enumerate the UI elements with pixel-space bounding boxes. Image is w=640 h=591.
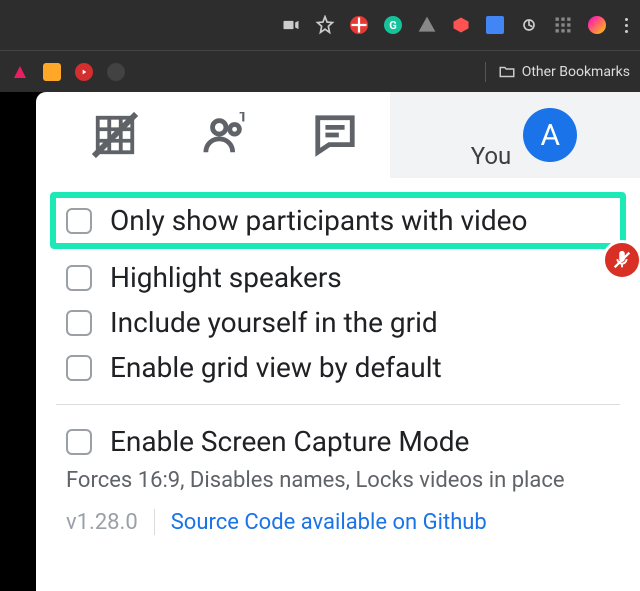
checkbox[interactable] xyxy=(66,429,92,455)
drive-icon[interactable] xyxy=(417,15,437,35)
other-bookmarks-label: Other Bookmarks xyxy=(522,64,630,80)
bookmark-icon-4[interactable] xyxy=(106,62,126,82)
tab-participants[interactable]: 1 xyxy=(170,92,280,178)
bookmark-icon-2[interactable] xyxy=(42,62,62,82)
checkbox[interactable] xyxy=(66,310,92,336)
extension-panel: 1 You A Only show participant xyxy=(36,92,640,591)
option-enable-default[interactable]: Enable grid view by default xyxy=(56,345,620,390)
option-label: Only show participants with video xyxy=(110,204,527,237)
tab-grid-disabled[interactable] xyxy=(60,92,170,178)
camera-icon[interactable] xyxy=(281,15,301,35)
tab-chat[interactable] xyxy=(280,92,390,178)
options-list: Only show participants with video Highli… xyxy=(36,178,640,493)
option-label: Enable Screen Capture Mode xyxy=(110,425,469,458)
bookmark-icon-1[interactable] xyxy=(10,62,30,82)
profile-avatar-icon[interactable] xyxy=(587,15,607,35)
extension-icon-3[interactable] xyxy=(519,15,539,35)
footer-divider xyxy=(154,509,155,535)
star-icon[interactable] xyxy=(315,15,335,35)
screen-capture-description: Forces 16:9, Disables names, Locks video… xyxy=(56,468,620,493)
extension-icon-2[interactable] xyxy=(485,15,505,35)
option-only-show-video[interactable]: Only show participants with video xyxy=(50,192,626,249)
panel-footer: v1.28.0 Source Code available on Github xyxy=(36,493,640,535)
grammarly-icon[interactable]: G xyxy=(383,15,403,35)
you-label: You xyxy=(471,142,512,178)
svg-text:1: 1 xyxy=(238,112,247,126)
tab-you[interactable]: You A xyxy=(390,92,640,178)
option-label: Enable grid view by default xyxy=(110,351,442,384)
grid-icon[interactable] xyxy=(553,15,573,35)
option-screen-capture[interactable]: Enable Screen Capture Mode xyxy=(56,419,620,464)
bookmarks-divider xyxy=(485,62,486,82)
browser-toolbar: G xyxy=(0,0,640,50)
version-label: v1.28.0 xyxy=(66,510,138,535)
bookmark-icon-3[interactable] xyxy=(74,62,94,82)
bookmarks-bar: Other Bookmarks xyxy=(0,50,640,92)
mic-muted-icon[interactable] xyxy=(602,240,640,280)
ublock-icon[interactable] xyxy=(349,15,369,35)
browser-menu-icon[interactable] xyxy=(621,14,632,37)
github-link[interactable]: Source Code available on Github xyxy=(171,510,487,535)
avatar: A xyxy=(523,108,577,162)
extension-icon-1[interactable] xyxy=(451,15,471,35)
option-highlight-speakers[interactable]: Highlight speakers xyxy=(56,255,620,300)
avatar-initial: A xyxy=(540,118,560,153)
checkbox[interactable] xyxy=(66,208,92,234)
tabs-row: 1 You A xyxy=(36,92,640,178)
option-include-yourself[interactable]: Include yourself in the grid xyxy=(56,300,620,345)
checkbox[interactable] xyxy=(66,355,92,381)
other-bookmarks-folder[interactable]: Other Bookmarks xyxy=(498,63,630,81)
options-divider xyxy=(56,404,620,405)
checkbox[interactable] xyxy=(66,265,92,291)
option-label: Highlight speakers xyxy=(110,261,342,294)
option-label: Include yourself in the grid xyxy=(110,306,438,339)
